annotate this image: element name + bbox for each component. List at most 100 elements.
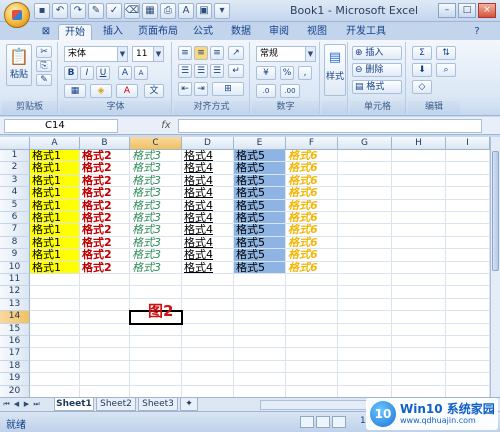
tab-insert[interactable]: 插入 [98,24,128,40]
cell-i10[interactable] [446,261,490,274]
row-header-1[interactable]: 1 [0,150,30,163]
column-header-f[interactable]: F [286,137,338,150]
cell-g9[interactable] [338,249,392,262]
cell-i12[interactable] [446,286,490,299]
cell-d9[interactable]: 格式4 [182,249,234,262]
cell-e14[interactable] [234,311,286,324]
sheet-tab-3[interactable]: Sheet3 [138,398,178,411]
cell-h2[interactable] [392,162,446,175]
copy-icon[interactable]: ⎘ [36,60,52,72]
cell-i11[interactable] [446,274,490,287]
cell-a15[interactable] [30,323,80,336]
cell-b19[interactable] [80,373,130,386]
fill-color-icon[interactable]: ◈ [90,84,112,98]
orientation-icon[interactable]: ↗ [228,46,244,60]
cell-g5[interactable] [338,199,392,212]
vertical-scrollbar[interactable] [490,137,500,399]
sort-filter-icon[interactable]: ⇅ [436,46,456,60]
cell-h1[interactable] [392,150,446,163]
cell-i5[interactable] [446,199,490,212]
decrease-decimal-icon[interactable]: .00 [280,84,300,98]
cell-g14[interactable] [338,311,392,324]
row-header-4[interactable]: 4 [0,187,30,200]
row-header-16[interactable]: 16 [0,336,30,349]
cell-h14[interactable] [392,311,446,324]
select-all-corner[interactable] [0,137,30,150]
scroll-thumb[interactable] [492,151,499,271]
tab-home[interactable]: 开始 [58,24,92,40]
page-layout-view-icon[interactable] [316,416,330,428]
cell-d6[interactable]: 格式4 [182,212,234,225]
cell-h3[interactable] [392,174,446,188]
cell-b2[interactable]: 格式2 [80,162,130,175]
cell-b13[interactable] [80,298,130,312]
cell-a14[interactable] [30,311,80,324]
cell-i18[interactable] [446,360,490,374]
cell-e3[interactable]: 格式5 [234,174,286,188]
cell-h8[interactable] [392,236,446,250]
prev-sheet-icon[interactable]: ◀ [12,399,21,410]
cell-d14[interactable] [182,311,234,324]
cell-e5[interactable]: 格式5 [234,199,286,212]
formula-input[interactable] [178,119,482,133]
cell-a19[interactable] [30,373,80,386]
cell-h9[interactable] [392,249,446,262]
cell-h11[interactable] [392,274,446,287]
align-top-icon[interactable]: ≡ [178,46,192,60]
cell-c11[interactable] [130,274,182,287]
cell-h17[interactable] [392,348,446,361]
cell-c1[interactable]: 格式3 [130,150,182,163]
cell-g11[interactable] [338,274,392,287]
insert-cells-button[interactable]: ⊕ 插入 [352,46,402,60]
cell-g12[interactable] [338,286,392,299]
cell-b17[interactable] [80,348,130,361]
cell-h16[interactable] [392,336,446,349]
cut-icon[interactable]: ✂ [36,46,52,58]
cell-i7[interactable] [446,224,490,237]
cell-f5[interactable]: 格式6 [286,199,338,212]
minimize-button[interactable]: – [438,3,456,18]
column-header-d[interactable]: D [182,137,234,150]
cell-d18[interactable] [182,360,234,374]
cell-d17[interactable] [182,348,234,361]
align-bottom-icon[interactable]: ≡ [210,46,224,60]
cell-f14[interactable] [286,311,338,324]
cell-a12[interactable] [30,286,80,299]
page-break-view-icon[interactable] [332,416,346,428]
underline-button[interactable]: U [96,66,110,80]
font-color-icon[interactable]: A [178,3,194,19]
cell-d16[interactable] [182,336,234,349]
cell-g16[interactable] [338,336,392,349]
align-right-icon[interactable]: ☰ [210,64,224,78]
cell-c18[interactable] [130,360,182,374]
cell-h15[interactable] [392,323,446,336]
cell-a6[interactable]: 格式1 [30,212,80,225]
format-painter-icon[interactable]: ✎ [36,74,52,86]
cell-d12[interactable] [182,286,234,299]
image-icon[interactable]: ▣ [196,3,212,19]
comma-button[interactable]: , [298,66,312,80]
cell-c3[interactable]: 格式3 [130,174,182,188]
check-icon[interactable]: ✓ [106,3,122,19]
cell-h7[interactable] [392,224,446,237]
cell-d11[interactable] [182,274,234,287]
merge-center-icon[interactable]: ⊞ [212,82,244,96]
cell-d2[interactable]: 格式4 [182,162,234,175]
name-box[interactable]: C14 [4,119,118,133]
row-header-10[interactable]: 10 [0,261,30,274]
cell-h18[interactable] [392,360,446,374]
cell-c5[interactable]: 格式3 [130,199,182,212]
cell-h19[interactable] [392,373,446,386]
cell-b4[interactable]: 格式2 [80,187,130,200]
currency-icon[interactable]: ¥ [256,66,276,80]
cell-i14[interactable] [446,311,490,324]
tab-review[interactable]: 审阅 [264,24,294,40]
cell-g3[interactable] [338,174,392,188]
cell-f8[interactable]: 格式6 [286,236,338,250]
column-header-i[interactable]: I [446,137,490,150]
tab-developer[interactable]: 开发工具 [342,24,390,40]
font-color-icon[interactable]: A [116,84,138,98]
cell-c17[interactable] [130,348,182,361]
font-name-select[interactable]: 宋体 ▼ [64,46,128,62]
cell-a16[interactable] [30,336,80,349]
